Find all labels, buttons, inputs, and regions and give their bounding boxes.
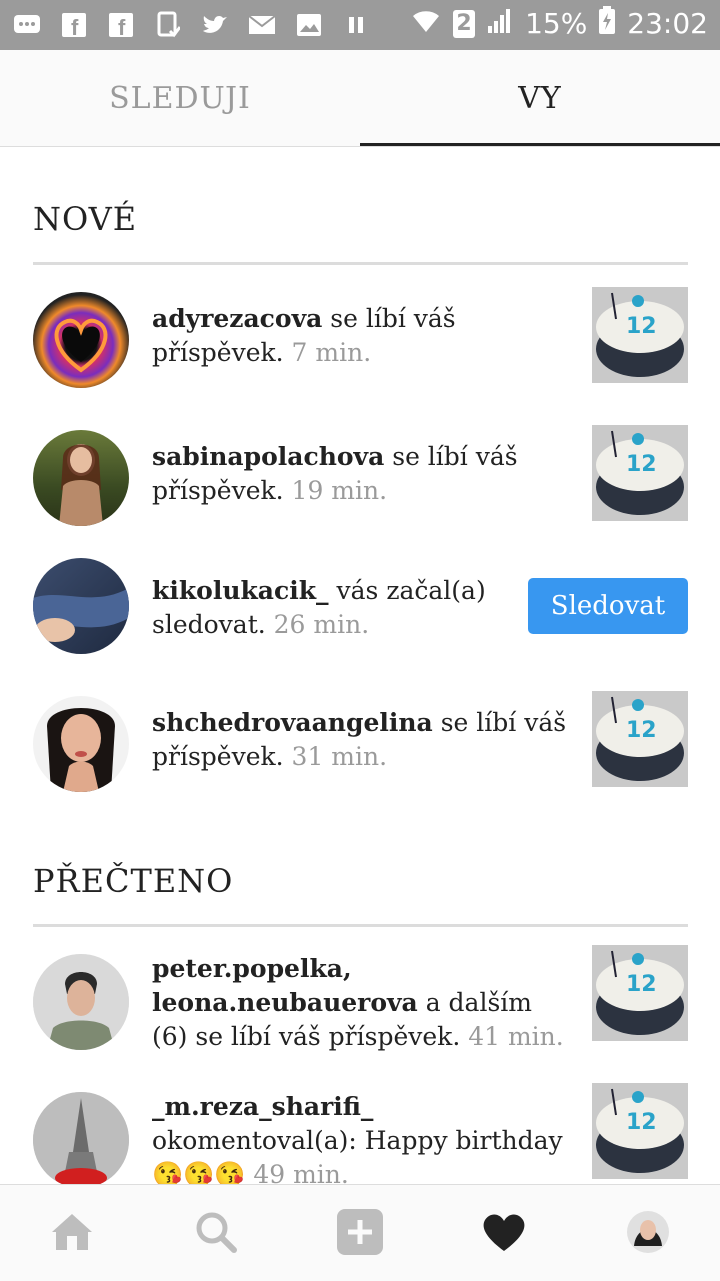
notification-text: sabinapolachova se líbí váš příspěvek. 1… — [152, 440, 572, 508]
svg-text:12: 12 — [626, 1110, 657, 1135]
status-bar: f f 2 15% 23:02 — [0, 0, 720, 50]
svg-text:12: 12 — [626, 972, 657, 997]
post-thumbnail[interactable]: 12 — [592, 425, 688, 521]
timestamp: 19 min. — [291, 476, 388, 505]
battery-percent: 15% — [525, 7, 588, 40]
username[interactable]: _m.reza_sharifi_ — [152, 1092, 373, 1121]
action-text: okomentoval(a): Happy birthday😘😘😘 — [152, 1126, 563, 1189]
section-divider — [33, 924, 688, 927]
sim-slot-badge: 2 — [453, 9, 476, 38]
username[interactable]: kikolukacik_ — [152, 576, 329, 605]
svg-text:f: f — [71, 15, 79, 38]
heart-icon[interactable] — [479, 1207, 529, 1257]
follow-button[interactable]: Sledovat — [528, 578, 688, 634]
post-thumbnail[interactable]: 12 — [592, 1083, 688, 1179]
timestamp: 7 min. — [291, 338, 372, 367]
battery-icon — [599, 6, 616, 41]
message-icon — [12, 10, 42, 40]
notification-text: _m.reza_sharifi_ okomentoval(a): Happy b… — [152, 1090, 572, 1192]
username[interactable]: shchedrovaangelina — [152, 708, 433, 737]
notification-icons: f f — [12, 10, 371, 40]
post-thumbnail[interactable]: 12 — [592, 945, 688, 1041]
twitter-icon — [200, 10, 230, 40]
facebook-icon: f — [59, 10, 89, 40]
notification-text: shchedrovaangelina se líbí váš příspěvek… — [152, 706, 572, 774]
screen-icon — [153, 10, 183, 40]
profile-avatar[interactable] — [623, 1207, 673, 1257]
section-title-read: PŘEČTENO — [33, 862, 234, 900]
add-icon[interactable] — [335, 1207, 385, 1257]
tab-you[interactable]: VY — [360, 50, 720, 146]
avatar[interactable] — [33, 954, 129, 1050]
post-thumbnail[interactable]: 12 — [592, 287, 688, 383]
notification-text: kikolukacik_ vás začal(a) sledovat. 26 m… — [152, 574, 572, 642]
bottom-navigation — [0, 1184, 720, 1281]
svg-text:12: 12 — [626, 314, 657, 339]
pause-icon — [341, 10, 371, 40]
facebook-icon: f — [106, 10, 136, 40]
avatar[interactable] — [33, 696, 129, 792]
section-divider — [33, 262, 688, 265]
activity-tabs: SLEDUJI VY — [0, 50, 720, 147]
timestamp: 41 min. — [468, 1022, 564, 1051]
post-thumbnail[interactable]: 12 — [592, 691, 688, 787]
mail-icon — [247, 10, 277, 40]
search-icon[interactable] — [191, 1207, 241, 1257]
avatar[interactable] — [33, 558, 129, 654]
timestamp: 26 min. — [273, 610, 370, 639]
notification-text: adyrezacova se líbí váš příspěvek. 7 min… — [152, 302, 572, 370]
avatar[interactable] — [33, 1092, 129, 1188]
svg-text:12: 12 — [626, 718, 657, 743]
signal-icon — [487, 6, 513, 41]
username[interactable]: adyrezacova — [152, 304, 322, 333]
svg-text:12: 12 — [626, 452, 657, 477]
username[interactable]: sabinapolachova — [152, 442, 384, 471]
avatar[interactable] — [33, 430, 129, 526]
clock: 23:02 — [627, 7, 708, 40]
timestamp: 31 min. — [291, 742, 388, 771]
home-icon[interactable] — [47, 1207, 97, 1257]
wifi-icon — [411, 6, 441, 41]
section-title-new: NOVÉ — [33, 200, 138, 238]
avatar[interactable] — [33, 292, 129, 388]
status-right: 2 15% 23:02 — [411, 6, 708, 41]
tab-following[interactable]: SLEDUJI — [0, 50, 360, 146]
notification-text: peter.popelka, leona.neubauerova a další… — [152, 952, 572, 1054]
active-tab-indicator — [360, 143, 720, 146]
svg-text:f: f — [118, 15, 126, 38]
image-icon — [294, 10, 324, 40]
username[interactable]: peter.popelka, leona.neubauerova — [152, 954, 418, 1017]
